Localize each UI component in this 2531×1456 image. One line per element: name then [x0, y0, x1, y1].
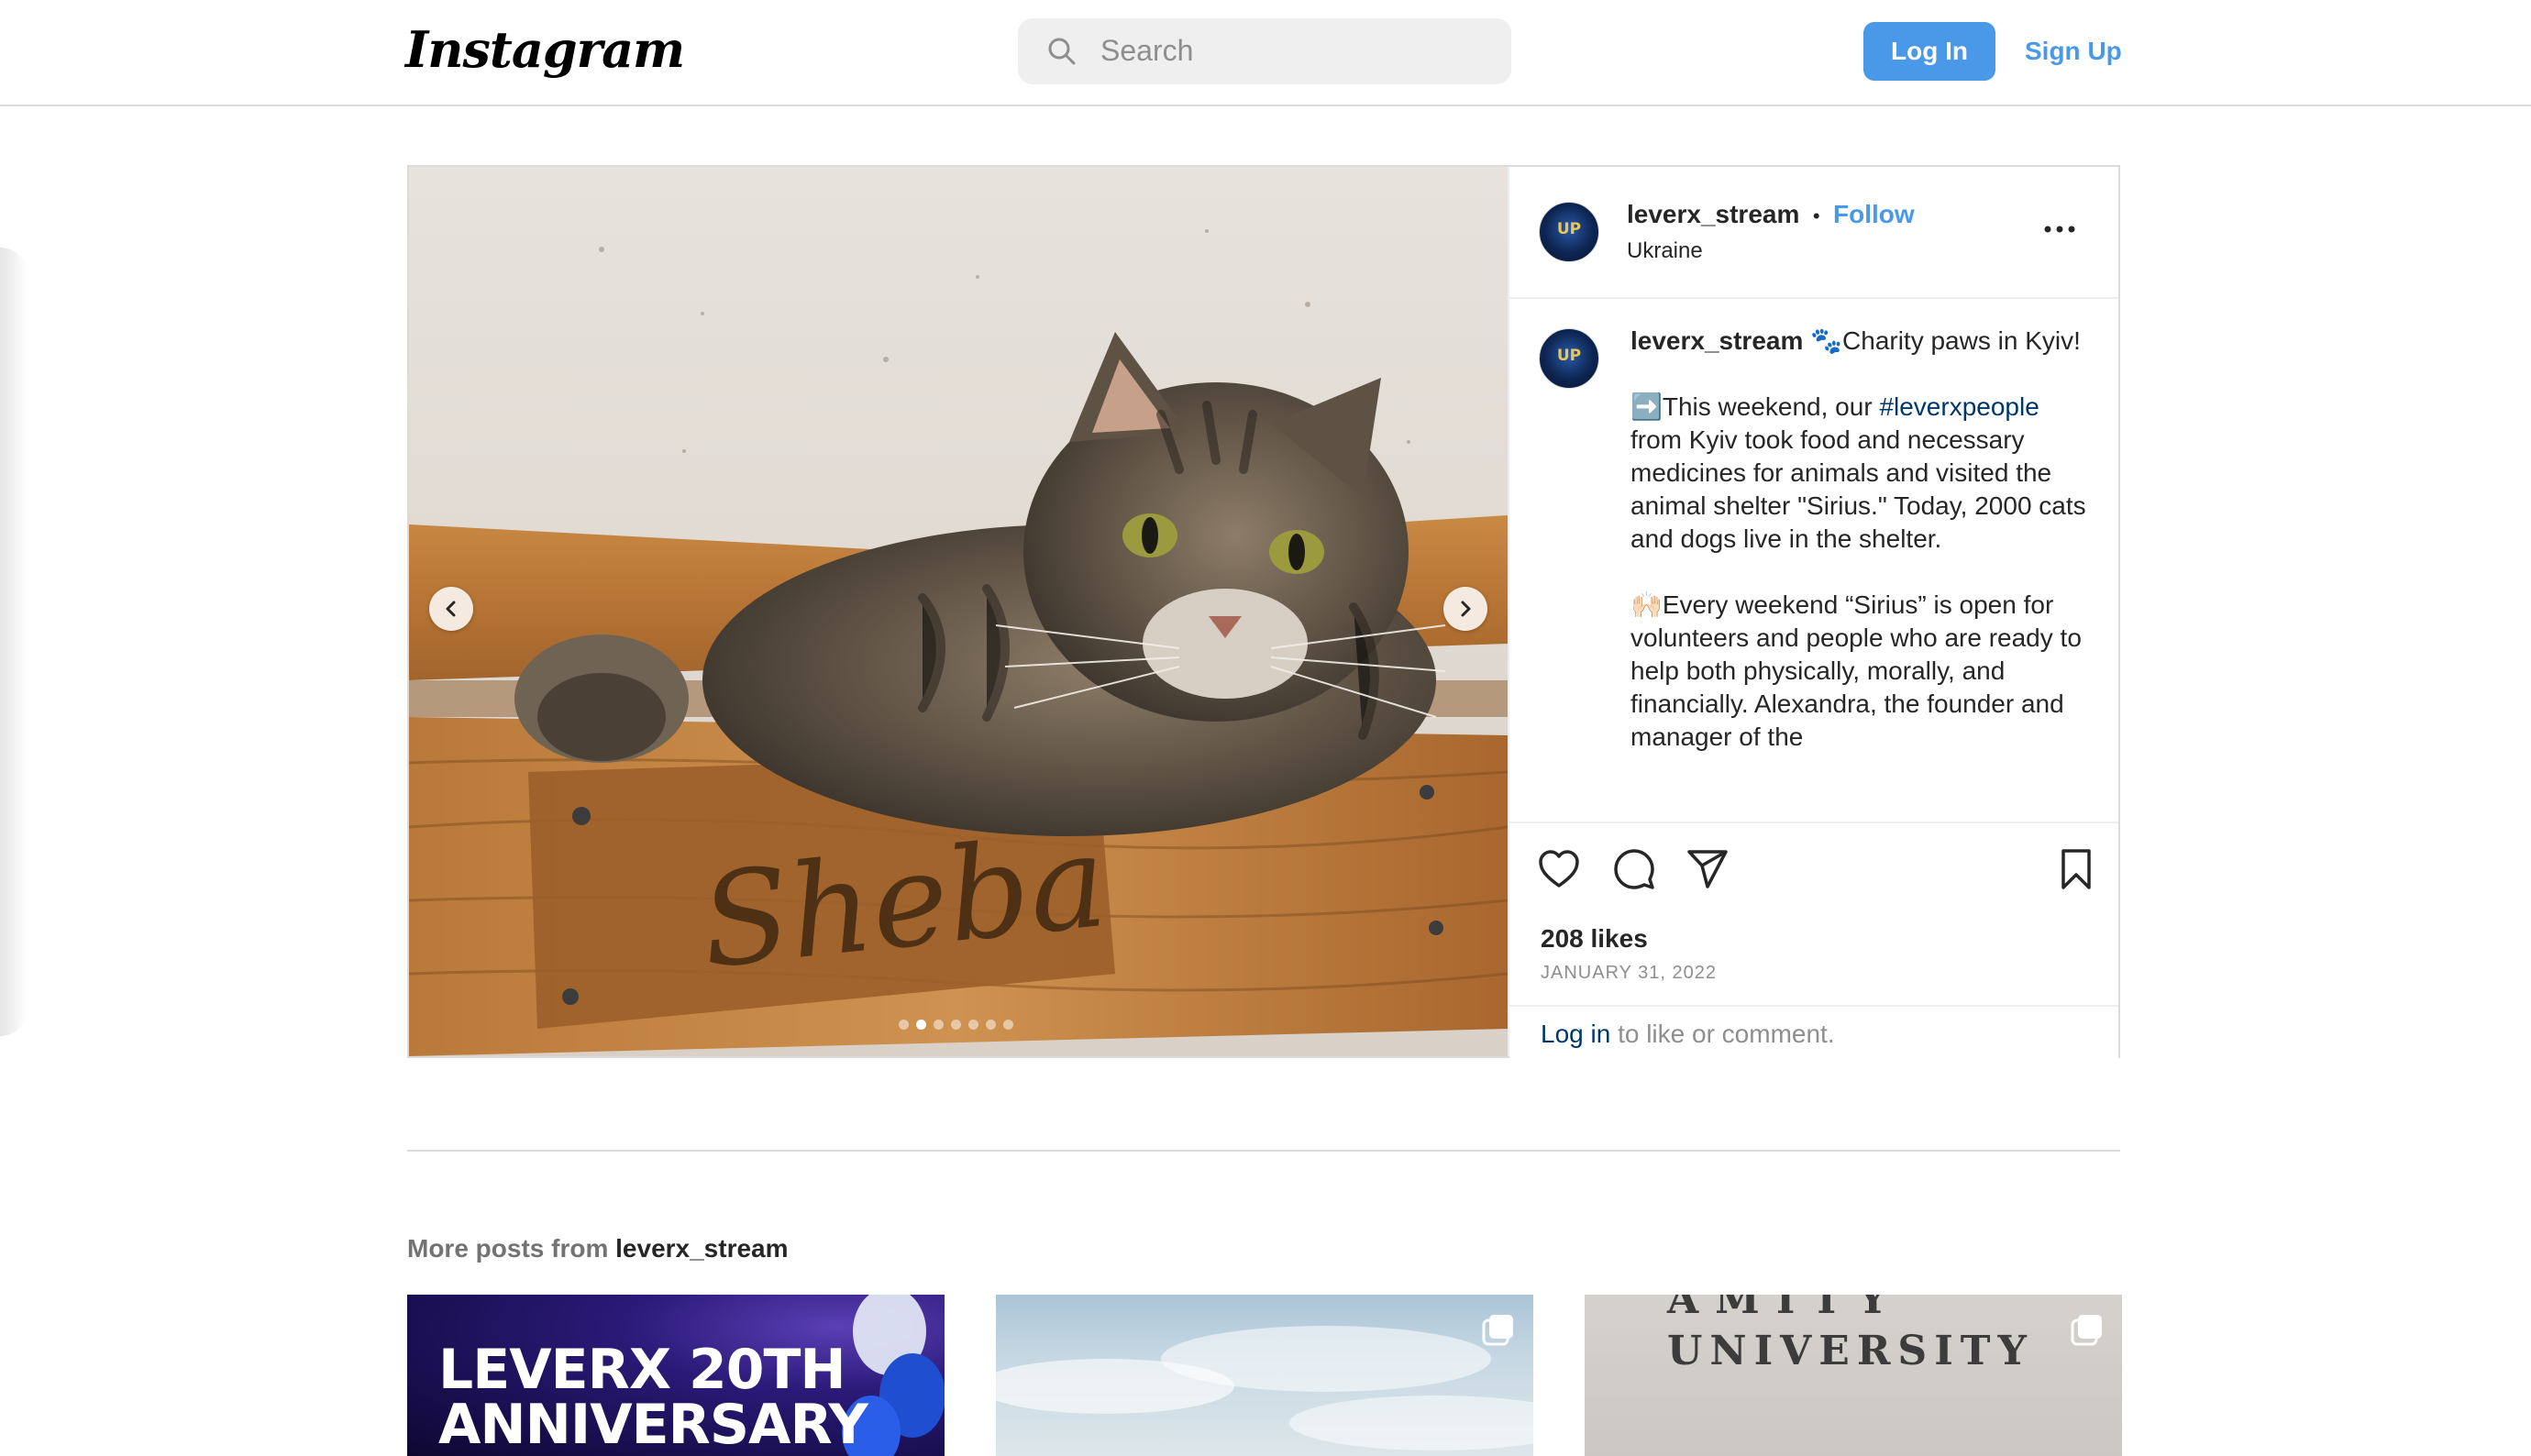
- caption-text: leverx_stream 🐾Charity paws in Kyiv! ➡️T…: [1630, 325, 2089, 787]
- post-header: UP leverx_stream • Follow Ukraine: [1509, 167, 2118, 299]
- instagram-logo[interactable]: Instagram: [405, 20, 685, 79]
- chevron-left-icon: [446, 601, 456, 617]
- login-button[interactable]: Log In: [1863, 22, 1995, 81]
- search-icon: [1048, 38, 1076, 65]
- section-divider: [407, 1150, 2120, 1152]
- thumbnail-title: LEVERX 20TH ANNIVERSARY: [438, 1338, 868, 1456]
- likes-count[interactable]: 208 likes: [1541, 924, 1648, 954]
- separator-dot: •: [1812, 204, 1820, 227]
- follow-button[interactable]: Follow: [1833, 200, 1915, 228]
- login-link[interactable]: Log in: [1541, 1020, 1610, 1048]
- post-date: JANUARY 31, 2022: [1541, 963, 1718, 983]
- more-post-thumbnail[interactable]: [996, 1295, 1533, 1456]
- comment-icon[interactable]: [1612, 847, 1656, 891]
- next-image-button[interactable]: [1443, 587, 1487, 631]
- carousel-dot: [1003, 1020, 1013, 1030]
- heart-icon[interactable]: [1537, 847, 1581, 891]
- carousel-indicator: [899, 1020, 1013, 1030]
- more-post-thumbnail[interactable]: AMITY UNIVERSITY: [1585, 1295, 2122, 1456]
- thumbnail-sign-text: UNIVERSITY: [1667, 1328, 2034, 1374]
- carousel-dot: [899, 1020, 909, 1030]
- post-sidebar: UP leverx_stream • Follow Ukraine UP lev…: [1508, 167, 2118, 1058]
- post-author-line: leverx_stream • Follow: [1627, 200, 1915, 229]
- post-photo: Sheba: [409, 167, 1508, 1056]
- caption-username[interactable]: leverx_stream: [1630, 326, 1803, 355]
- search-input[interactable]: Search: [1018, 18, 1511, 84]
- multiple-images-icon: [1482, 1315, 1513, 1346]
- carousel-dot: [968, 1020, 978, 1030]
- login-prompt-text: to like or comment.: [1610, 1020, 1835, 1048]
- thumbnail-sign-top: AMITY: [1667, 1295, 1904, 1323]
- clouds-image: [996, 1326, 1533, 1450]
- caption-para2-suffix: from Kyiv took food and necessary medici…: [1630, 425, 2086, 553]
- post-location[interactable]: Ukraine: [1627, 238, 1703, 264]
- more-posts-username[interactable]: leverx_stream: [615, 1234, 788, 1263]
- avatar[interactable]: UP: [1539, 202, 1599, 262]
- carousel-dot: [951, 1020, 961, 1030]
- caption-line1: 🐾Charity paws in Kyiv!: [1810, 326, 2081, 355]
- modal-backdrop-edge: [0, 248, 28, 1036]
- carousel-dot: [986, 1020, 996, 1030]
- login-prompt: Log in to like or comment.: [1509, 1005, 2118, 1058]
- top-navigation: Instagram Search Log In Sign Up: [0, 0, 2531, 106]
- multiple-images-icon: [2071, 1315, 2102, 1346]
- hashtag-link[interactable]: #leverxpeople: [1879, 392, 2039, 421]
- share-icon[interactable]: [1685, 847, 1730, 891]
- chevron-right-icon: [1461, 601, 1471, 617]
- post-username[interactable]: leverx_stream: [1627, 200, 1799, 228]
- post-card: Sheba UP leverx_stream • Follow Ukraine …: [407, 165, 2120, 1058]
- caption-avatar[interactable]: UP: [1539, 328, 1599, 389]
- caption-para3: 🙌🏻Every weekend “Sirius” is open for vol…: [1630, 590, 2082, 751]
- search-placeholder: Search: [1100, 34, 1194, 67]
- more-horizontal-icon[interactable]: [2043, 224, 2076, 235]
- previous-image-button[interactable]: [429, 587, 473, 631]
- carousel-dot-active: [916, 1020, 926, 1030]
- bookmark-icon[interactable]: [2054, 847, 2098, 891]
- post-media[interactable]: Sheba: [409, 167, 1508, 1056]
- more-posts-heading: More posts from leverx_stream: [407, 1234, 789, 1263]
- carousel-dot: [934, 1020, 944, 1030]
- caption-para2-prefix: ➡️This weekend, our: [1630, 392, 1880, 421]
- signup-link[interactable]: Sign Up: [2025, 22, 2122, 81]
- more-post-thumbnail[interactable]: LEVERX 20TH ANNIVERSARY: [407, 1295, 945, 1456]
